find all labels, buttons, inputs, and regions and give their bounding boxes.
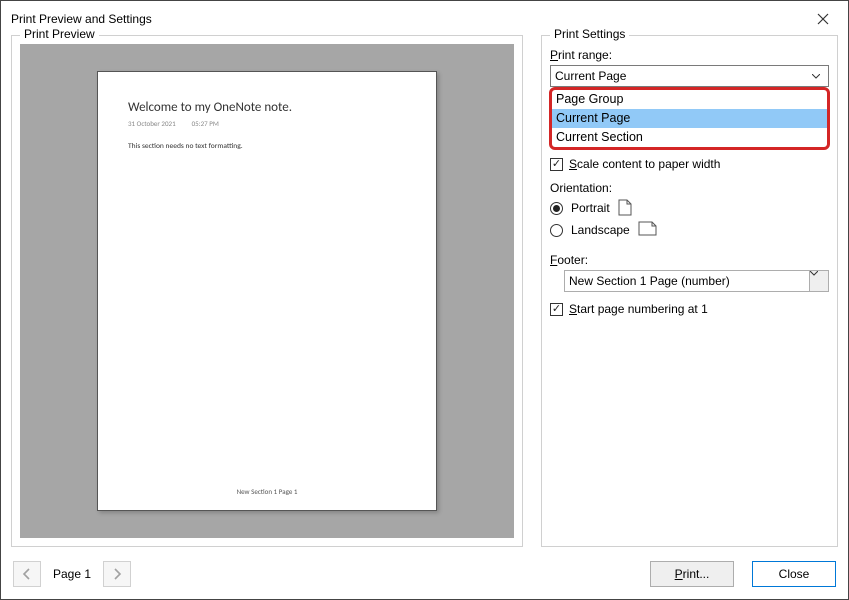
print-preview-panel: Print Preview Welcome to my OneNote note… (11, 35, 523, 547)
window-title: Print Preview and Settings (11, 12, 808, 26)
dialog-window: Print Preview and Settings Print Preview… (0, 0, 849, 600)
checkbox-icon (550, 158, 563, 171)
footer-select[interactable]: New Section 1 Page (number) (564, 270, 829, 292)
radio-icon (550, 224, 563, 237)
orientation-portrait-radio[interactable]: Portrait (550, 199, 829, 217)
print-range-option-page-group[interactable]: Page Group (552, 90, 827, 109)
print-range-option-current-section[interactable]: Current Section (552, 128, 827, 147)
print-button-label: Print... (675, 567, 710, 581)
close-button-label: Close (779, 567, 810, 581)
print-range-display[interactable]: Current Page (550, 65, 829, 87)
preview-page-title: Welcome to my OneNote note. (128, 100, 406, 115)
prev-page-button[interactable] (13, 561, 41, 587)
portrait-label: Portrait (571, 201, 610, 215)
print-settings-label: Print Settings (550, 27, 629, 41)
landscape-page-icon (638, 221, 658, 239)
preview-page-footer: New Section 1 Page 1 (128, 487, 406, 496)
landscape-label: Landscape (571, 223, 630, 237)
footer-select-value: New Section 1 Page (number) (569, 274, 730, 288)
print-range-label: Print range: (550, 48, 829, 62)
portrait-page-icon (618, 199, 634, 217)
print-range-value: Current Page (555, 69, 626, 83)
start-page-numbering-label: Start page numbering at 1 (569, 302, 708, 316)
print-settings-panel: Print Settings Print range: Current Page… (541, 35, 838, 547)
orientation-label: Orientation: (550, 181, 829, 195)
print-preview-label: Print Preview (20, 27, 99, 41)
chevron-down-icon (809, 271, 828, 291)
scale-to-width-checkbox[interactable]: Scale content to paper width (550, 157, 829, 171)
close-icon[interactable] (808, 9, 838, 29)
next-page-button[interactable] (103, 561, 131, 587)
start-page-numbering-checkbox[interactable]: Start page numbering at 1 (550, 302, 829, 316)
print-button[interactable]: Print... (650, 561, 734, 587)
print-settings-group: Print Settings Print range: Current Page… (541, 35, 838, 547)
preview-page: Welcome to my OneNote note. 31 October 2… (97, 71, 437, 511)
preview-page-meta: 31 October 2021 05:27 PM (128, 119, 406, 128)
bottom-bar: Page 1 Print... Close (1, 553, 848, 599)
chevron-down-icon (807, 66, 824, 86)
print-range-dropdown: Page Group Current Page Current Section (549, 87, 830, 150)
print-range-option-current-page[interactable]: Current Page (552, 109, 827, 128)
close-button[interactable]: Close (752, 561, 836, 587)
print-range-select[interactable]: Current Page Page Group Current Page Cur… (550, 65, 829, 87)
preview-viewport: Welcome to my OneNote note. 31 October 2… (20, 44, 514, 538)
print-preview-group: Print Preview Welcome to my OneNote note… (11, 35, 523, 547)
footer-label: Footer: (550, 253, 829, 267)
scale-to-width-label: Scale content to paper width (569, 157, 720, 171)
preview-page-body: This section needs no text formatting. (128, 142, 406, 487)
preview-page-time: 05:27 PM (192, 119, 219, 128)
page-indicator: Page 1 (53, 567, 91, 581)
titlebar: Print Preview and Settings (1, 1, 848, 35)
checkbox-icon (550, 303, 563, 316)
orientation-landscape-radio[interactable]: Landscape (550, 221, 829, 239)
radio-icon (550, 202, 563, 215)
content-area: Print Preview Welcome to my OneNote note… (1, 35, 848, 553)
preview-page-date: 31 October 2021 (128, 119, 176, 128)
